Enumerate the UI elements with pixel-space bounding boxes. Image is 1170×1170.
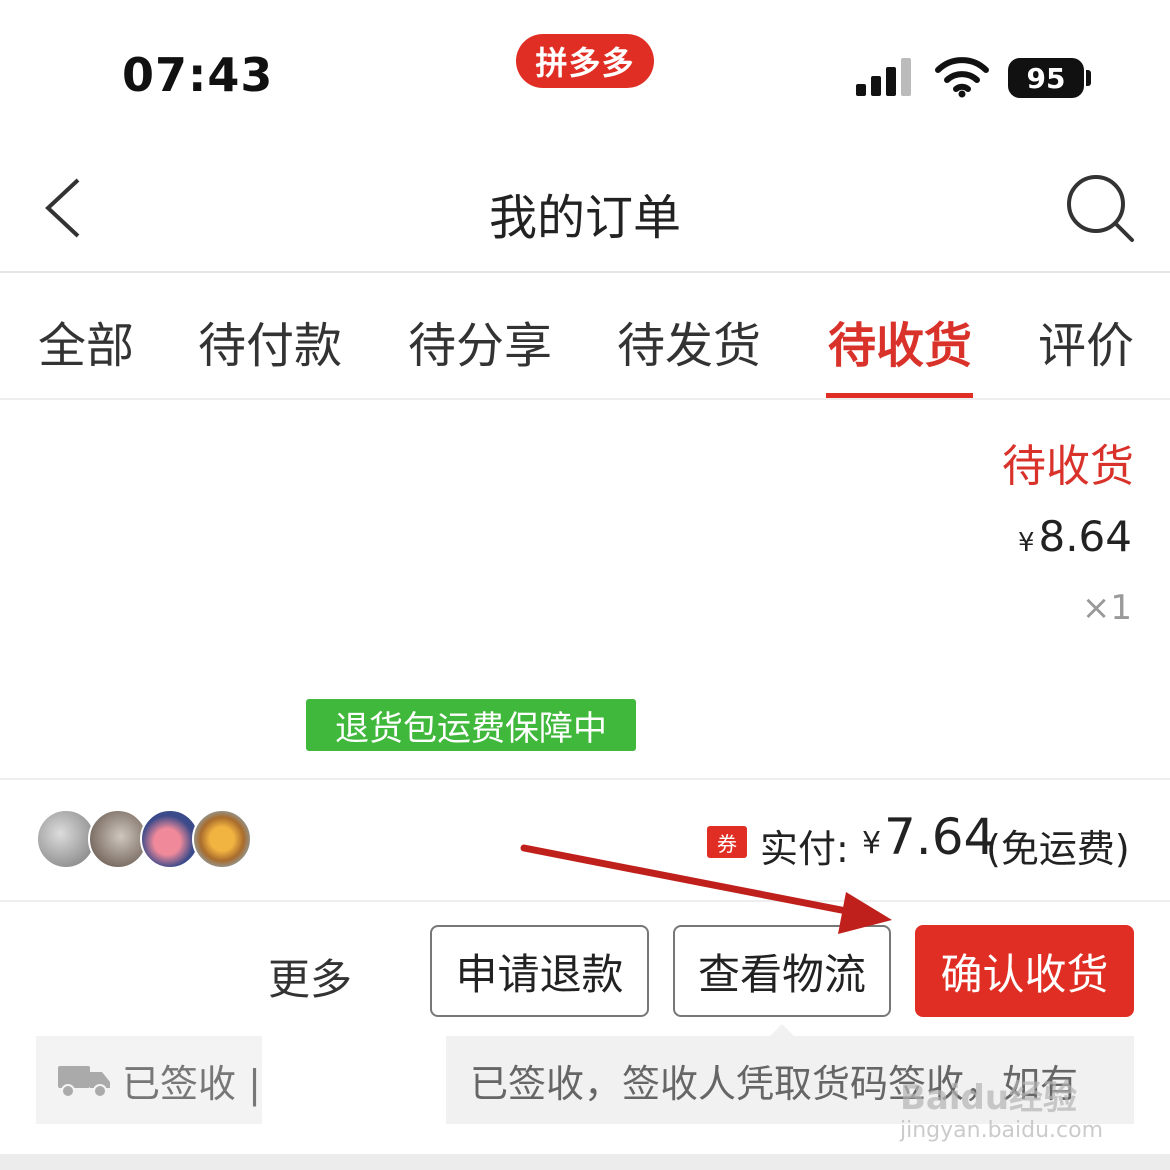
battery-indicator: 95 — [1008, 58, 1084, 98]
wifi-icon — [935, 57, 989, 98]
tabs-divider — [0, 398, 1170, 400]
nav-divider — [0, 271, 1170, 273]
tab-pending-receipt[interactable]: 待收货 — [828, 306, 972, 376]
tab-pending-payment[interactable]: 待付款 — [198, 306, 342, 376]
status-time: 07:43 — [122, 48, 274, 102]
page-title: 我的订单 — [488, 190, 681, 246]
paid-currency: ¥ — [862, 826, 882, 861]
tab-all[interactable]: 全部 — [38, 306, 134, 376]
item-price: ¥8.64 — [1018, 512, 1132, 561]
signal-icon — [856, 58, 911, 96]
more-button[interactable]: 更多 — [268, 946, 352, 1007]
tab-pending-shipment[interactable]: 待发货 — [617, 306, 761, 376]
tab-review[interactable]: 评价 — [1038, 306, 1134, 376]
return-shipping-guarantee-tag: 退货包运费保障中 — [306, 699, 636, 751]
confirm-receipt-button[interactable]: 确认收货 — [915, 925, 1134, 1017]
card-divider — [0, 778, 1170, 780]
pay-divider — [0, 900, 1170, 902]
avatar — [36, 809, 96, 869]
tab-pending-share[interactable]: 待分享 — [408, 306, 552, 376]
price-value: 8.64 — [1038, 512, 1132, 561]
avatar — [192, 809, 252, 869]
watermark-logo: Baidu经验 — [900, 1078, 1078, 1118]
paid-amount: 7.64 — [884, 808, 996, 866]
app-badge: 拼多多 — [516, 34, 654, 88]
logistics-status[interactable]: 已签收 | — [36, 1036, 262, 1124]
free-shipping-note: (免运费) — [986, 827, 1130, 871]
avatar — [140, 809, 200, 869]
view-logistics-button[interactable]: 查看物流 — [673, 925, 891, 1017]
coupon-badge: 券 — [707, 826, 747, 858]
item-quantity: ×1 — [1081, 588, 1132, 628]
request-refund-button[interactable]: 申请退款 — [430, 925, 649, 1017]
order-status: 待收货 — [1002, 441, 1134, 492]
watermark-url: jingyan.baidu.com — [900, 1118, 1104, 1143]
truck-icon — [58, 1066, 110, 1098]
avatar — [88, 809, 148, 869]
paid-label: 实付: — [760, 827, 849, 871]
bottom-bar — [0, 1154, 1170, 1170]
search-icon[interactable] — [1064, 172, 1136, 244]
logistics-status-text: 已签收 | — [122, 1061, 261, 1106]
price-currency: ¥ — [1017, 528, 1035, 558]
battery-tip — [1086, 70, 1091, 86]
